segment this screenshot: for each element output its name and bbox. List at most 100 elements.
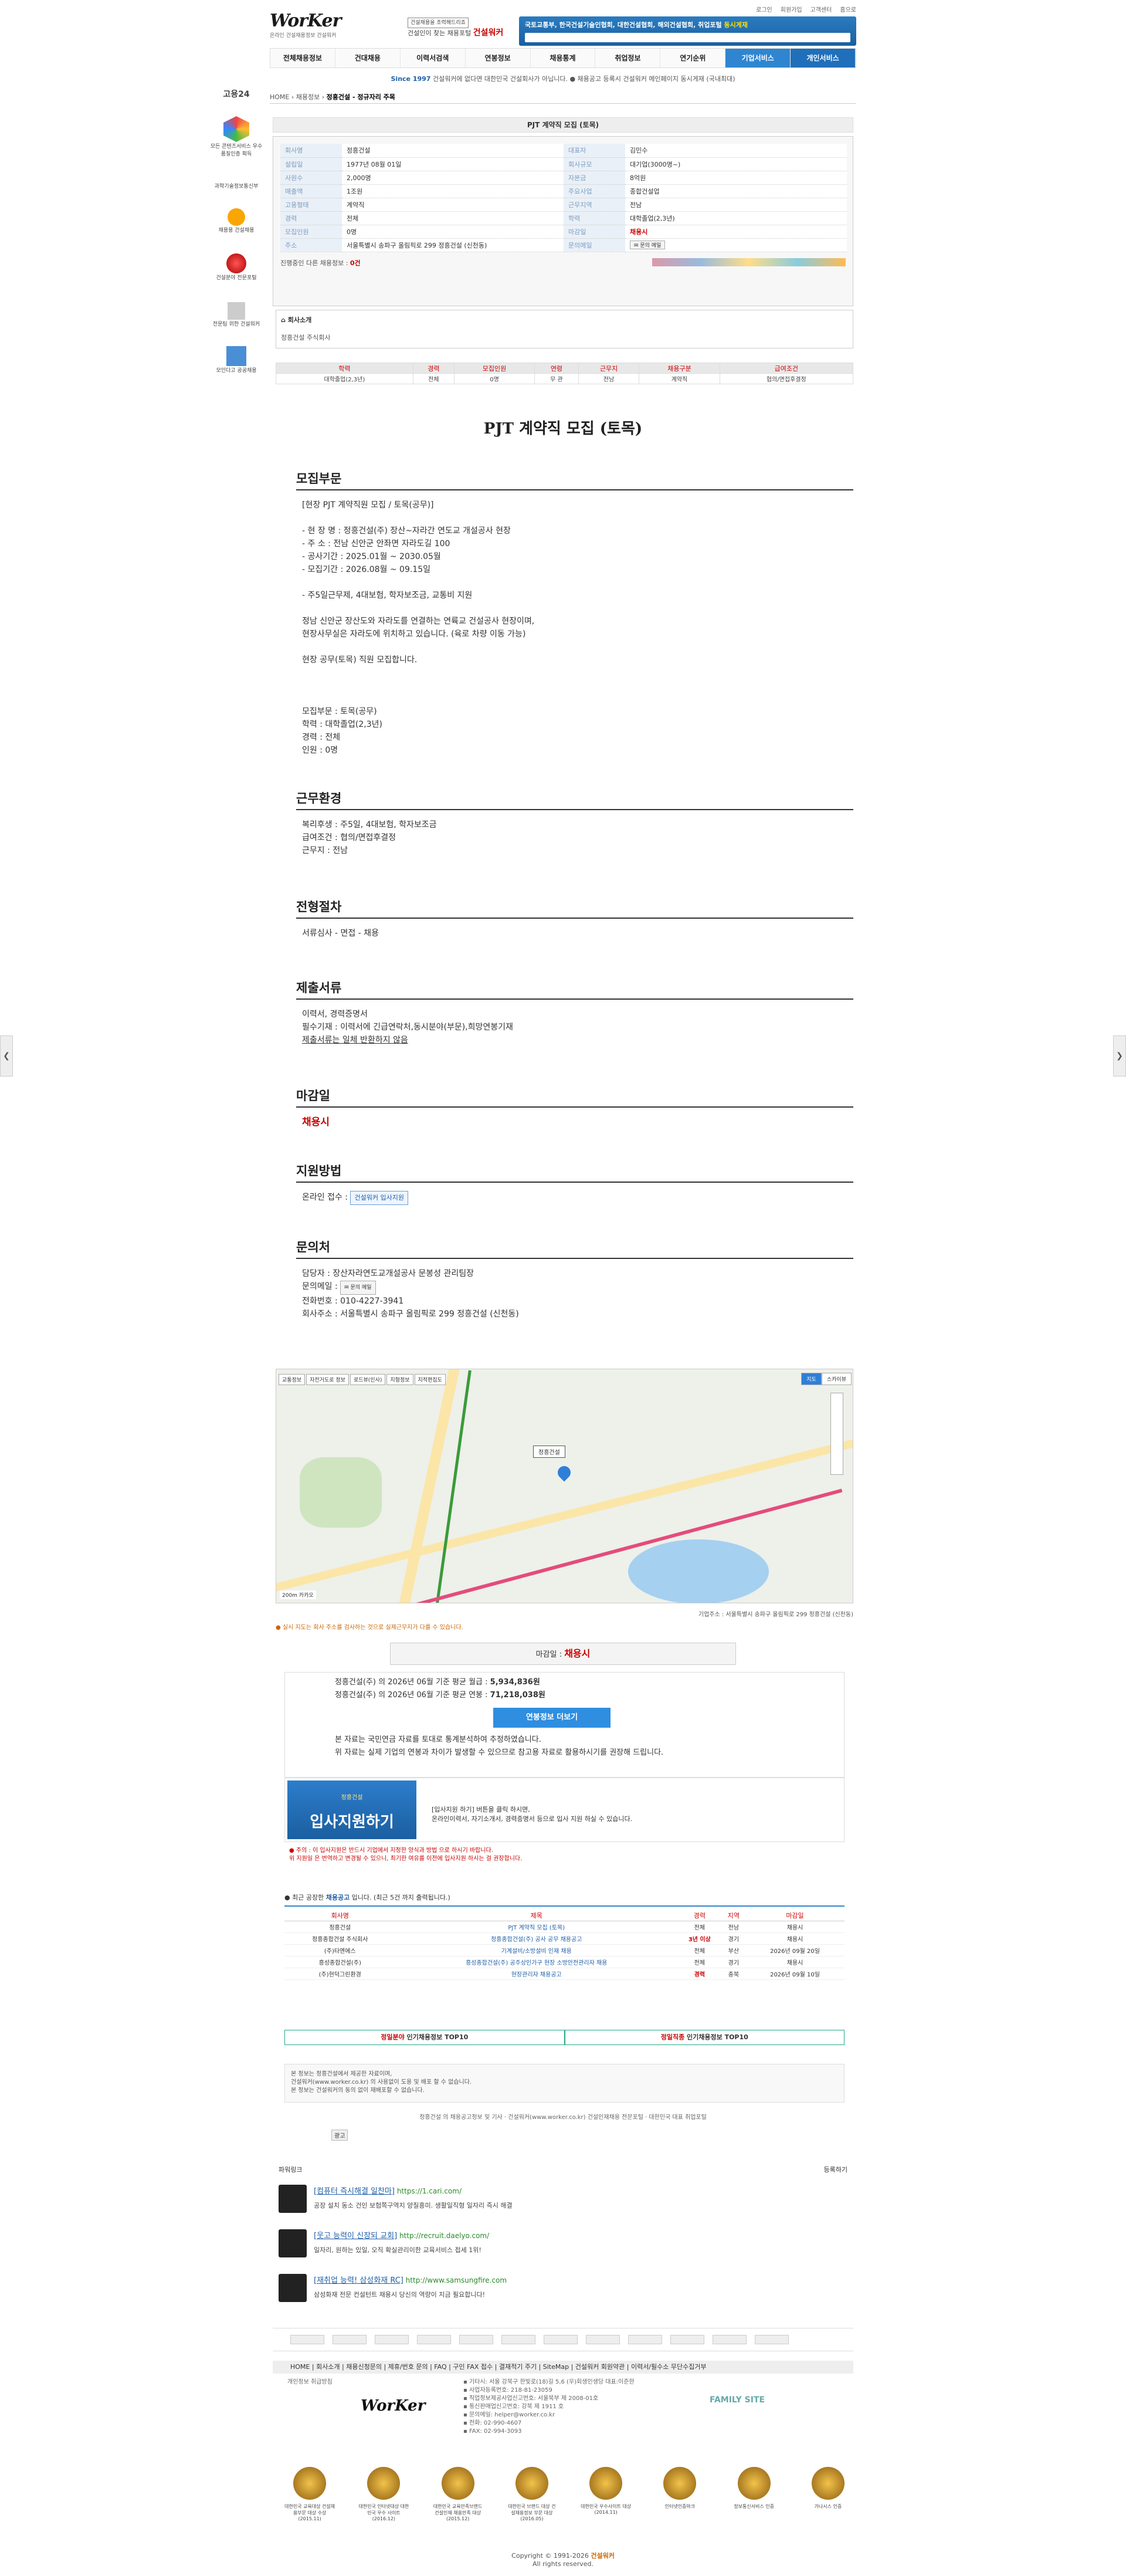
partner-logo[interactable] bbox=[501, 2335, 535, 2344]
online-apply-button[interactable]: 건설워커 입사지원 bbox=[350, 1191, 408, 1205]
salary-more-button[interactable]: 연봉정보 더보기 bbox=[493, 1708, 611, 1728]
top10-job-tab[interactable]: 정일직종 인기채용정보 TOP10 bbox=[564, 2030, 844, 2045]
ad-thumb-icon bbox=[279, 2274, 307, 2302]
mail-button[interactable]: ✉ 문의 메일 bbox=[630, 241, 666, 249]
map-terrain-button[interactable]: 지형정보 bbox=[386, 1374, 413, 1385]
partner-logo[interactable] bbox=[755, 2335, 789, 2344]
partner-logo[interactable] bbox=[586, 2335, 620, 2344]
partner-logo[interactable] bbox=[544, 2335, 578, 2344]
partner-logo[interactable] bbox=[670, 2335, 704, 2344]
partner-logo[interactable] bbox=[417, 2335, 451, 2344]
location-map[interactable]: 정흥건설 교통정보 자전거도로 정보 로드뷰(인사) 지형정보 지적편집도 지도 스카이뷰… bbox=[276, 1369, 853, 1603]
table-row[interactable]: (주)현덕그린환경 현장관리자 채용공고 경력 충북 2026년 09월 10일 bbox=[284, 1968, 844, 1980]
banner-portal[interactable]: 건설분야 전문포털 bbox=[210, 253, 263, 281]
medal-label: 대한민국 인터넷대상 대한민국 우수 사이트 (2016.12) bbox=[358, 2504, 409, 2521]
crumb-jobs[interactable]: 채용정보 bbox=[296, 93, 320, 101]
partner-logo[interactable] bbox=[290, 2335, 324, 2344]
home-link[interactable]: 홈으로 bbox=[840, 7, 856, 13]
banner-goyong24[interactable]: 고용24 bbox=[210, 88, 263, 100]
partner-logo[interactable] bbox=[375, 2335, 409, 2344]
recent-cell[interactable]: 현장관리자 채용공고 bbox=[395, 1968, 677, 1980]
header-ad[interactable]: 건설채용을 조력해드리죠 건설인이 찾는 채용포털 건설워커 bbox=[408, 18, 503, 38]
partner-logo[interactable] bbox=[713, 2335, 747, 2344]
recent-cell[interactable]: 흥성종합건설(주) 공주상인가구 현장 소방안전관리자 채용 bbox=[395, 1956, 677, 1968]
recent-cell[interactable]: 정흥종합건설(주) 공사 공무 채용공고 bbox=[395, 1932, 677, 1945]
crumb-home[interactable]: HOME bbox=[270, 93, 289, 101]
banner-construction[interactable]: 채용용 건설채용 bbox=[210, 208, 263, 233]
recruit-line: 현장 공무(토목) 직원 모집합니다. bbox=[302, 655, 418, 665]
map-roadview-button[interactable]: 로드뷰(인사) bbox=[350, 1374, 386, 1385]
nav-all-jobs[interactable]: 전체채용정보 bbox=[270, 49, 335, 67]
recruit-line: - 주 소 : 전남 신안군 안좌면 자라도길 100 bbox=[302, 539, 450, 549]
map-pin-icon[interactable] bbox=[555, 1463, 574, 1482]
ad-item[interactable]: [컴퓨터 즉시해결 일찬마] https://1.cari.com/공장 설치 … bbox=[279, 2185, 847, 2219]
recent-cell: 경기 bbox=[721, 1956, 746, 1968]
recent-jobs: ● 최근 공장한 채용공고 입니다. (최근 5건 까지 출력됩니다.) 회사명… bbox=[284, 1889, 844, 1980]
recruit-line: 인원 : 0명 bbox=[302, 746, 338, 755]
map-cadastral-button[interactable]: 지적편집도 bbox=[414, 1374, 446, 1385]
recent-cell: (주)현덕그린환경 bbox=[284, 1968, 396, 1980]
map-bike-button[interactable]: 자전거도로 정보 bbox=[306, 1374, 349, 1385]
doc-line: 이력서, 경력증명서 bbox=[302, 1010, 368, 1019]
banner-public[interactable]: 모인다고 공공채용 bbox=[210, 346, 263, 374]
nav-resume[interactable]: 이력서검색 bbox=[401, 49, 466, 67]
privacy-link[interactable]: 개인정보 취급방침 bbox=[287, 2378, 333, 2387]
map-type-map[interactable]: 지도 bbox=[801, 1373, 822, 1385]
login-link[interactable]: 로그인 bbox=[756, 7, 772, 13]
partner-logo[interactable] bbox=[459, 2335, 493, 2344]
nav-rank[interactable]: 연기순위 bbox=[660, 49, 726, 67]
recruit-line: 정남 신안군 장산도와 자라도를 연결하는 연륙교 건설공사 현장이며, bbox=[302, 617, 535, 626]
section-body: 이력서, 경력증명서 필수기재 : 이력서에 긴급연락처,동시분야(부문),희망… bbox=[296, 1000, 853, 1047]
top-banner[interactable]: 국토교통부, 한국건설기술인협회, 대한건설협회, 해외건설협회, 취업포털 동… bbox=[519, 16, 856, 46]
recruit-line bbox=[302, 641, 853, 654]
recent-jobs-body: 정흥건설 PJT 계약직 모집 (토목) 전체 전남 채용시 정흥종합건설 주식회사 정흥종… bbox=[284, 1921, 844, 1980]
recent-cell[interactable]: 기계설비/소방설비 인재 채용 bbox=[395, 1944, 677, 1956]
map-type-sky[interactable]: 스카이뷰 bbox=[821, 1373, 852, 1385]
recent-cell[interactable]: PJT 계약직 모집 (토목) bbox=[395, 1921, 677, 1933]
doc-note: 제출서류는 일체 반환하지 않음 bbox=[302, 1035, 408, 1045]
contact-mail-button[interactable]: ✉ 문의 메일 bbox=[340, 1281, 376, 1295]
footer-nav[interactable]: HOME | 회사소개 | 채용신청문의 | 제휴/번호 문의 | FAQ | … bbox=[273, 2361, 853, 2374]
right-scroll-arrow[interactable]: ❯ bbox=[1113, 1035, 1126, 1077]
ad-link[interactable]: [컴퓨터 즉시해결 일찬마] bbox=[314, 2187, 395, 2196]
ad-item[interactable]: [재취업 능력! 삼성화재 RC] http://www.samsungfire… bbox=[279, 2274, 847, 2308]
nav-info[interactable]: 취업정보 bbox=[595, 49, 661, 67]
join-link[interactable]: 회원가입 bbox=[781, 7, 802, 13]
ad-item[interactable]: [웃고 능력이 신장되 교회] http://recruit.daelyo.co… bbox=[279, 2229, 847, 2263]
support-link[interactable]: 고객센터 bbox=[810, 7, 832, 13]
ad-button[interactable]: 광고 bbox=[331, 2130, 348, 2141]
banner-team[interactable]: 전문팀 위한 건설워커 bbox=[210, 302, 263, 327]
ads-register-link[interactable]: 등록하기 bbox=[824, 2165, 847, 2174]
nav-company-service[interactable]: 기업서비스 bbox=[725, 49, 791, 67]
table-row[interactable]: 흥성종합건설(주) 흥성종합건설(주) 공주상인가구 현장 소방안전관리자 채용 전… bbox=[284, 1956, 844, 1968]
recruit-line: 학력 : 대학졸업(2,3년) bbox=[302, 720, 382, 729]
apply-now-button[interactable]: 정흥건설 입사지원하기 bbox=[287, 1780, 416, 1839]
nav-personal-service[interactable]: 개인서비스 bbox=[791, 49, 856, 67]
ad-link[interactable]: [웃고 능력이 신장되 교회] bbox=[314, 2232, 397, 2240]
nav-jobs[interactable]: 건대채용 bbox=[335, 49, 401, 67]
partner-logo[interactable] bbox=[333, 2335, 367, 2344]
partner-logo[interactable] bbox=[628, 2335, 662, 2344]
map-traffic-button[interactable]: 교통정보 bbox=[279, 1374, 306, 1385]
recruit-line: 현장사무실은 자라도에 위치하고 있습니다. (육로 차량 이동 가능) bbox=[302, 629, 526, 639]
info-value: 대학졸업(2,3년) bbox=[625, 211, 847, 225]
top10-field-tab[interactable]: 정일분야 인기채용정보 TOP10 bbox=[284, 2030, 565, 2045]
other-jobs-count[interactable]: 0건 bbox=[350, 259, 361, 267]
table-row[interactable]: 정흥건설 PJT 계약직 모집 (토목) 전체 전남 채용시 bbox=[284, 1921, 844, 1933]
site-logo[interactable]: WorKer 온라인 건설채용정보 건설워커 bbox=[270, 11, 358, 46]
ad-link[interactable]: [재취업 능력! 삼성화재 RC] bbox=[314, 2276, 403, 2285]
summary-head: 학력 bbox=[276, 363, 413, 374]
share-icons[interactable] bbox=[652, 258, 846, 266]
family-site[interactable]: FAMILY SITE bbox=[710, 2396, 765, 2404]
recruit-line bbox=[302, 576, 853, 589]
table-row[interactable]: 정흥종합건설 주식회사 정흥종합건설(주) 공사 공무 채용공고 3년 이상 경기 채용… bbox=[284, 1932, 844, 1945]
table-row[interactable]: (주)타엔에스 기계설비/소방설비 인재 채용 전체 부산 2026년 09월 20일 bbox=[284, 1944, 844, 1956]
banner-quality-cert[interactable]: 모든 콘텐츠서비스 우수품질인증 획득 bbox=[210, 116, 263, 157]
banner-text: 채용용 건설채용 bbox=[218, 228, 255, 233]
nav-salary[interactable]: 연봉정보 bbox=[466, 49, 531, 67]
banner-msit[interactable]: 과학기술정보통신부 bbox=[210, 182, 263, 189]
nav-stats[interactable]: 채용통계 bbox=[531, 49, 596, 67]
recent-cell: (주)타엔에스 bbox=[284, 1944, 396, 1956]
left-scroll-arrow[interactable]: ❮ bbox=[0, 1035, 13, 1077]
map-zoom-slider[interactable] bbox=[830, 1393, 843, 1475]
